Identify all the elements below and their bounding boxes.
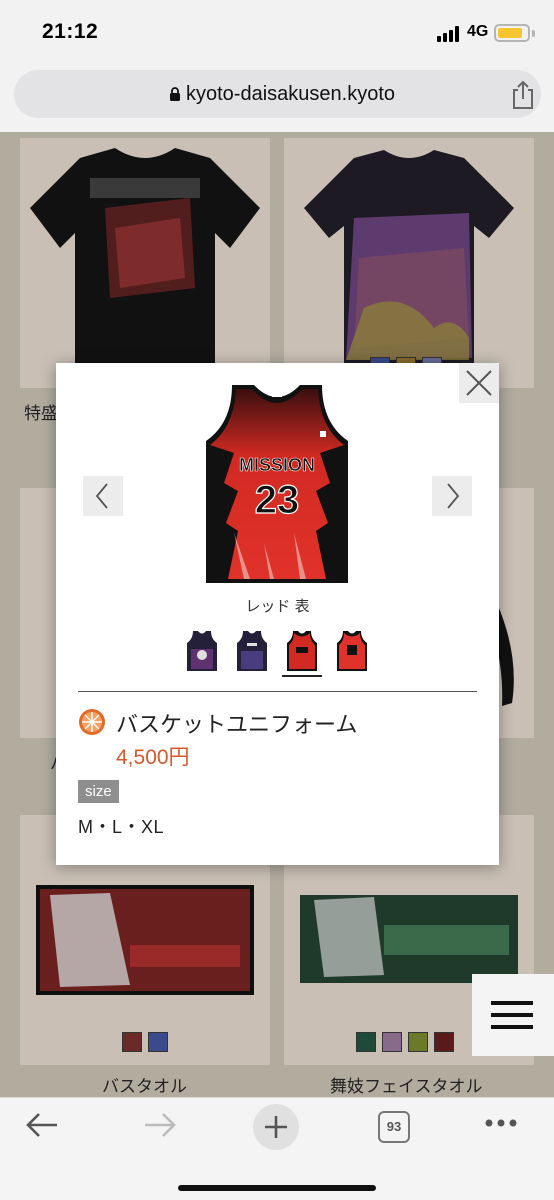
product-name: バスケットユニフォーム	[116, 712, 358, 737]
swatch[interactable]	[148, 1032, 168, 1052]
prev-button[interactable]	[83, 476, 123, 516]
lock-icon	[170, 87, 180, 101]
product-card[interactable]	[284, 138, 534, 388]
swatch[interactable]	[356, 1032, 376, 1052]
url-bar[interactable]: kyoto-daisakusen.kyoto	[14, 70, 541, 118]
chevron-right-icon	[447, 483, 460, 509]
jersey-number: 23	[255, 478, 300, 522]
battery-icon	[494, 24, 530, 42]
next-button[interactable]	[432, 476, 472, 516]
forward-arrow-icon[interactable]	[142, 1110, 178, 1140]
share-icon[interactable]	[510, 80, 536, 110]
divider	[78, 691, 477, 692]
card-label: 舞妓フェイスタオル	[330, 1077, 483, 1096]
close-icon	[466, 370, 492, 396]
product-card[interactable]	[20, 138, 270, 388]
size-badge: size	[78, 780, 119, 803]
thumbnail-selected-indicator	[282, 675, 322, 677]
network-label: 4G	[467, 23, 489, 40]
thumbnail-red-back[interactable]	[337, 631, 367, 671]
swatch[interactable]	[408, 1032, 428, 1052]
tab-count-button[interactable]: 93	[378, 1111, 410, 1143]
chevron-left-icon	[95, 483, 108, 509]
home-indicator	[178, 1185, 376, 1191]
jersey-image: MISSION 23	[206, 385, 348, 583]
thumbnail-navy-front[interactable]	[187, 631, 217, 671]
new-tab-button[interactable]	[253, 1104, 299, 1150]
product-modal: MISSION 23 レッド 表 バスケットユニフォーム 4,500円 size…	[56, 363, 499, 865]
size-values: M・L・XL	[78, 817, 165, 837]
tshirt-image	[30, 148, 260, 373]
more-icon[interactable]	[484, 1118, 518, 1128]
swatches	[356, 1032, 454, 1052]
orange-slice-icon	[79, 709, 105, 735]
status-bar: 21:12 4G	[0, 0, 554, 66]
browser-toolbar: 93	[0, 1097, 554, 1200]
jersey-text: MISSION	[239, 455, 315, 475]
thumbnail-navy-back[interactable]	[237, 631, 267, 671]
battery-tip	[532, 30, 535, 37]
browser-top: kyoto-daisakusen.kyoto	[0, 66, 554, 132]
url-text: kyoto-daisakusen.kyoto	[186, 83, 396, 105]
tshirt-image	[304, 150, 514, 363]
card-label: 特盛	[24, 404, 58, 423]
hamburger-menu-button[interactable]	[472, 974, 554, 1056]
thumbnail-strip	[182, 631, 372, 677]
swatch[interactable]	[122, 1032, 142, 1052]
close-button[interactable]	[459, 363, 499, 403]
variant-label: レッド 表	[245, 598, 310, 615]
swatch[interactable]	[382, 1032, 402, 1052]
plus-icon	[265, 1116, 287, 1138]
thumbnail-red-front[interactable]	[287, 631, 317, 671]
swatches	[122, 1032, 168, 1052]
signal-icon	[437, 26, 463, 42]
back-arrow-icon[interactable]	[24, 1110, 60, 1140]
status-time: 21:12	[42, 20, 99, 43]
card-label: バスタオル	[102, 1077, 187, 1096]
product-price: 4,500円	[116, 746, 190, 769]
swatch[interactable]	[434, 1032, 454, 1052]
